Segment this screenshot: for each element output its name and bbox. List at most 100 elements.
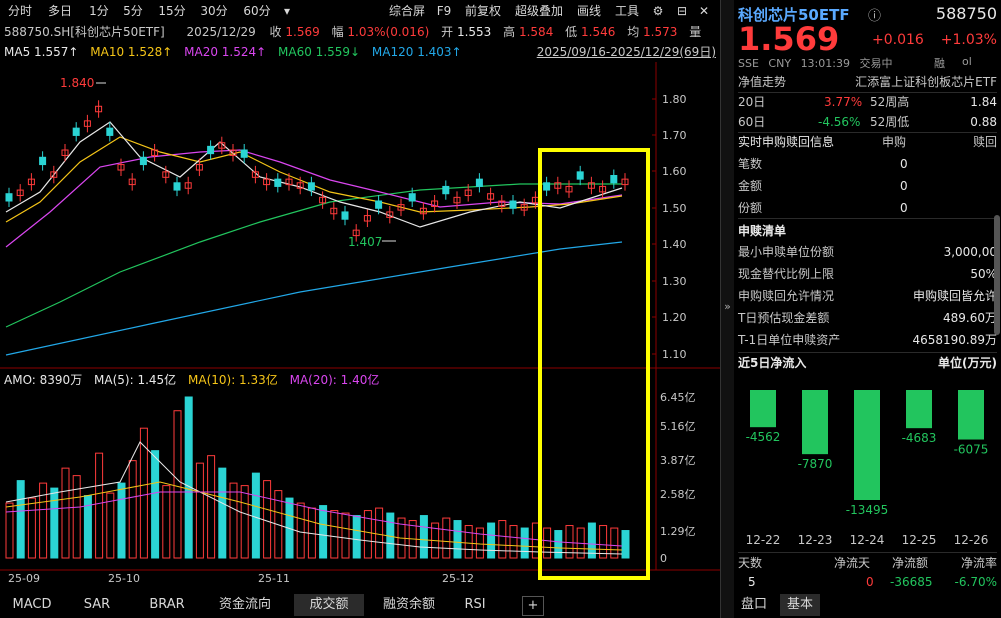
stat-value: 0.88 (970, 115, 997, 129)
volume-bar (543, 527, 552, 559)
stat-row-20d: 20日 3.77% 52周高 1.84 (738, 92, 997, 112)
list-value: 3,000,00 (943, 245, 997, 259)
tab-sar[interactable]: SAR (72, 594, 122, 616)
realtime-value: 0 (900, 179, 908, 193)
period-tab-5min[interactable]: 5分 (120, 2, 146, 20)
candle-body (106, 127, 114, 136)
high-annotation: 1.840 (60, 76, 94, 90)
high-value: 1.584 (518, 25, 554, 39)
amo-ma20: MA(20): 1.40亿 (289, 373, 380, 387)
stat-value: 3.77% (824, 95, 863, 109)
volume-bar (453, 520, 462, 559)
tab-order-book[interactable]: 盘口 (734, 594, 774, 616)
volume-bar (117, 482, 126, 559)
inflow-bar (958, 390, 984, 440)
volume-bar (229, 482, 238, 559)
period-tab-multiday[interactable]: 多日 (44, 2, 76, 20)
tab-macd[interactable]: MACD (4, 594, 60, 616)
list-label: 现金替代比例上限 (738, 267, 835, 281)
info-icon[interactable]: ⓘ (868, 5, 881, 24)
list-label: T日预估现金差额 (738, 311, 830, 325)
list-label: 最小申赎单位份额 (738, 245, 835, 259)
flow-title: 近5日净流入 (738, 356, 807, 370)
panel-splitter[interactable]: » (720, 0, 735, 618)
period-tab-timeshare[interactable]: 分时 (4, 2, 36, 20)
tab-rsi[interactable]: RSI (452, 594, 498, 616)
scrollbar[interactable] (994, 215, 1000, 335)
flow-header-row: 近5日净流入 单位(万元) (738, 352, 997, 373)
change-value: 1.03%(0.016) (347, 25, 430, 39)
amo-ma10-line (5, 481, 623, 551)
candle-body (341, 211, 349, 220)
inflow-value-label: -13495 (846, 503, 889, 517)
date-range-label[interactable]: 2025/09/16-2025/12/29(69日) (537, 44, 716, 60)
period-dropdown-icon[interactable]: ▾ (280, 2, 294, 20)
amo-ma20-line (5, 491, 623, 547)
close-icon[interactable]: ✕ (696, 2, 712, 20)
realtime-label: 份额 (738, 201, 763, 215)
period-tab-1min[interactable]: 1分 (86, 2, 112, 20)
inflow-value-label: -6075 (954, 443, 989, 457)
realtime-value: 0 (900, 201, 908, 215)
tab-fund-flow[interactable]: 资金流向 (206, 594, 284, 616)
summary-header: 天数 (738, 556, 763, 570)
inflow-bar (802, 390, 828, 455)
stat-value: 1.84 (970, 95, 997, 109)
volume-bar (475, 527, 484, 559)
list-value: 50% (970, 267, 997, 281)
creation-list-row: 现金替代比例上限 50% (738, 264, 997, 284)
date-tick-label: 25-12 (442, 572, 474, 585)
volume-bar (207, 455, 216, 559)
ma20-legend: MA20 1.524↑ (184, 45, 267, 59)
bar-date: 2025/12/29 (186, 25, 256, 39)
stat-value: -4.56% (818, 115, 861, 129)
ol-badge: ol (962, 55, 972, 68)
candle-body (139, 156, 147, 166)
list-value: 489.60万 (943, 311, 997, 325)
volume-bar (341, 512, 350, 559)
tab-turnover[interactable]: 成交额 (294, 594, 364, 616)
date-tick-label: 25-11 (258, 572, 290, 585)
period-tab-60min[interactable]: 60分 (240, 2, 274, 20)
kline-chart[interactable]: 1.80 1.70 1.60 1.50 1.40 1.30 1.20 1.10 6.45亿 5.1… (0, 62, 720, 592)
volume-bar (509, 525, 518, 559)
tab-basic-info[interactable]: 基本 (780, 594, 820, 616)
collapse-arrow-icon[interactable]: » (721, 300, 734, 313)
amo-legend-row: AMO: 8390万 MA(5): 1.45亿 MA(10): 1.33亿 MA… (4, 372, 379, 388)
period-tab-15min[interactable]: 15分 (156, 2, 188, 20)
inflow-value-label: -7870 (798, 457, 833, 471)
period-tab-30min[interactable]: 30分 (198, 2, 230, 20)
summary-header-row: 天数 净流天 净流额 净流率 (738, 552, 997, 573)
super-overlay-button[interactable]: 超级叠加 (510, 2, 568, 20)
volume-tick-label: 2.58亿 (660, 488, 696, 501)
amo-ma5: MA(5): 1.45亿 (94, 373, 177, 387)
candle-body (173, 182, 181, 191)
forward-adjust-button[interactable]: 前复权 (460, 2, 506, 20)
summary-days: 5 (748, 575, 756, 589)
draw-line-button[interactable]: 画线 (574, 2, 604, 20)
price-change-pct: +1.03% (940, 32, 997, 48)
quote-side-panel: 科创芯片50ETF ⓘ 588750 1.569 +0.016 +1.03% S… (734, 0, 1001, 618)
summary-net-amount: -36685 (890, 575, 933, 589)
volume-bar (621, 530, 630, 559)
realtime-title: 实时申购赎回信息 (738, 135, 835, 149)
tab-margin-balance[interactable]: 融资余额 (370, 594, 448, 616)
fund-code: 588750 (935, 4, 997, 23)
restore-window-icon[interactable]: ⊟ (674, 2, 690, 20)
price-tick-label: 1.20 (662, 311, 687, 324)
candle-body (240, 149, 248, 158)
volume-bar (464, 525, 473, 559)
f9-button[interactable]: F9 (434, 2, 454, 20)
nav-trend-link[interactable]: 净值走势 (738, 72, 786, 92)
settings-gear-icon[interactable]: ⚙ (650, 2, 666, 20)
redeem-header: 赎回 (972, 135, 997, 149)
tab-brar[interactable]: BRAR (138, 594, 196, 616)
candle-body (543, 182, 551, 191)
add-indicator-button[interactable]: + (522, 596, 544, 616)
highlight-box (538, 148, 650, 580)
volume-bar (296, 502, 305, 559)
composite-screen-button[interactable]: 综合屏 (384, 2, 430, 20)
chart-panel: 分时 多日 1分 5分 15分 30分 60分 ▾ 综合屏 F9 前复权 超级叠… (0, 0, 720, 618)
volume-bar (520, 527, 529, 559)
tools-button[interactable]: 工具 (612, 2, 642, 20)
